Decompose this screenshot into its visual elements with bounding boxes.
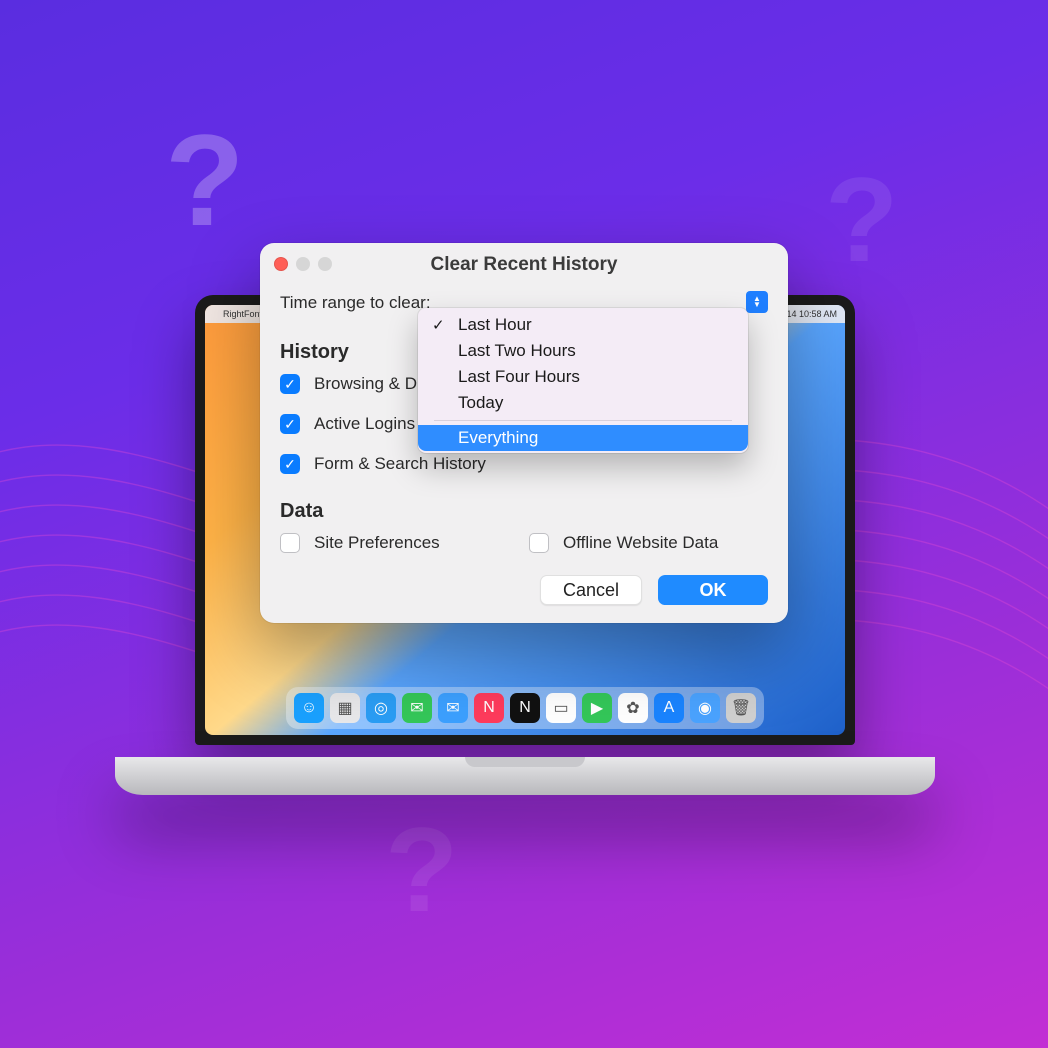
illustration-background: ? ? ? RightFont Fi Wed Jun 14 10:58 AM: [0, 0, 1048, 1048]
dock-icon-camera[interactable]: ◉: [690, 693, 720, 723]
checkbox-box: ✓: [280, 374, 300, 394]
checkbox-form-search-history[interactable]: ✓ Form & Search History: [280, 454, 768, 474]
dock-icon-messages[interactable]: ✉: [402, 693, 432, 723]
cancel-button[interactable]: Cancel: [540, 575, 642, 605]
dock-icon-trash[interactable]: 🗑: [726, 693, 756, 723]
window-traffic-lights: [274, 257, 332, 271]
dock-icon-mail[interactable]: ✉: [438, 693, 468, 723]
dropdown-option-label: Everything: [458, 428, 538, 447]
window-minimize-button[interactable]: [296, 257, 310, 271]
window-close-button[interactable]: [274, 257, 288, 271]
checkbox-label: Form & Search History: [314, 454, 486, 474]
checkbox-label: Browsing & D: [314, 374, 417, 394]
dock-icon-photos[interactable]: ✿: [618, 693, 648, 723]
window-zoom-button[interactable]: [318, 257, 332, 271]
time-range-label: Time range to clear:: [280, 293, 431, 313]
dropdown-option-today[interactable]: Today: [418, 390, 748, 416]
checkbox-label: Site Preferences: [314, 533, 440, 553]
dock-icon-notes[interactable]: ▭: [546, 693, 576, 723]
question-mark-icon: ?: [825, 160, 898, 280]
dock-icon-facetime[interactable]: ▶: [582, 693, 612, 723]
dock-icon-finder[interactable]: ☺: [294, 693, 324, 723]
dialog-title: Clear Recent History: [260, 254, 788, 276]
checkbox-label: Offline Website Data: [563, 533, 718, 553]
time-range-dropdown[interactable]: ✓ Last Hour Last Two Hours Last Four Hou…: [418, 308, 748, 453]
dropdown-option-label: Last Two Hours: [458, 341, 576, 360]
dialog-titlebar: Clear Recent History: [260, 243, 788, 287]
checkbox-box: ✓: [280, 414, 300, 434]
chevron-down-icon: ▼: [753, 302, 761, 308]
data-section-heading: Data: [280, 500, 768, 523]
checkbox-box: ✓: [280, 454, 300, 474]
dock-icon-safari[interactable]: ◎: [366, 693, 396, 723]
checkbox-box: [280, 533, 300, 553]
dock-icon-launchpad[interactable]: ▦: [330, 693, 360, 723]
dropdown-option-label: Last Hour: [458, 315, 532, 334]
dock-icon-news[interactable]: N: [474, 693, 504, 723]
dock-icon-appstore[interactable]: A: [654, 693, 684, 723]
checkbox-site-preferences[interactable]: Site Preferences: [280, 533, 519, 553]
checkbox-label: Active Logins: [314, 414, 415, 434]
dropdown-option-everything[interactable]: Everything: [418, 425, 748, 451]
dropdown-separator: [434, 420, 732, 421]
dropdown-option-last-hour[interactable]: ✓ Last Hour: [418, 312, 748, 338]
dropdown-option-last-two-hours[interactable]: Last Two Hours: [418, 338, 748, 364]
dock-icon-app-dark[interactable]: N: [510, 693, 540, 723]
dropdown-option-label: Last Four Hours: [458, 367, 580, 386]
dropdown-option-last-four-hours[interactable]: Last Four Hours: [418, 364, 748, 390]
macos-dock: ☺▦◎✉✉NN▭▶✿A◉🗑: [286, 687, 764, 729]
time-range-select-arrows[interactable]: ▲ ▼: [746, 291, 768, 313]
laptop-base: [115, 757, 935, 795]
question-mark-icon: ?: [385, 810, 458, 930]
checkbox-offline-website-data[interactable]: Offline Website Data: [529, 533, 768, 553]
checkbox-box: [529, 533, 549, 553]
checkmark-icon: ✓: [432, 316, 445, 334]
dropdown-option-label: Today: [458, 393, 503, 412]
question-mark-icon: ?: [165, 115, 244, 245]
ok-button[interactable]: OK: [658, 575, 768, 605]
menubar-app-name: RightFont: [223, 309, 262, 319]
